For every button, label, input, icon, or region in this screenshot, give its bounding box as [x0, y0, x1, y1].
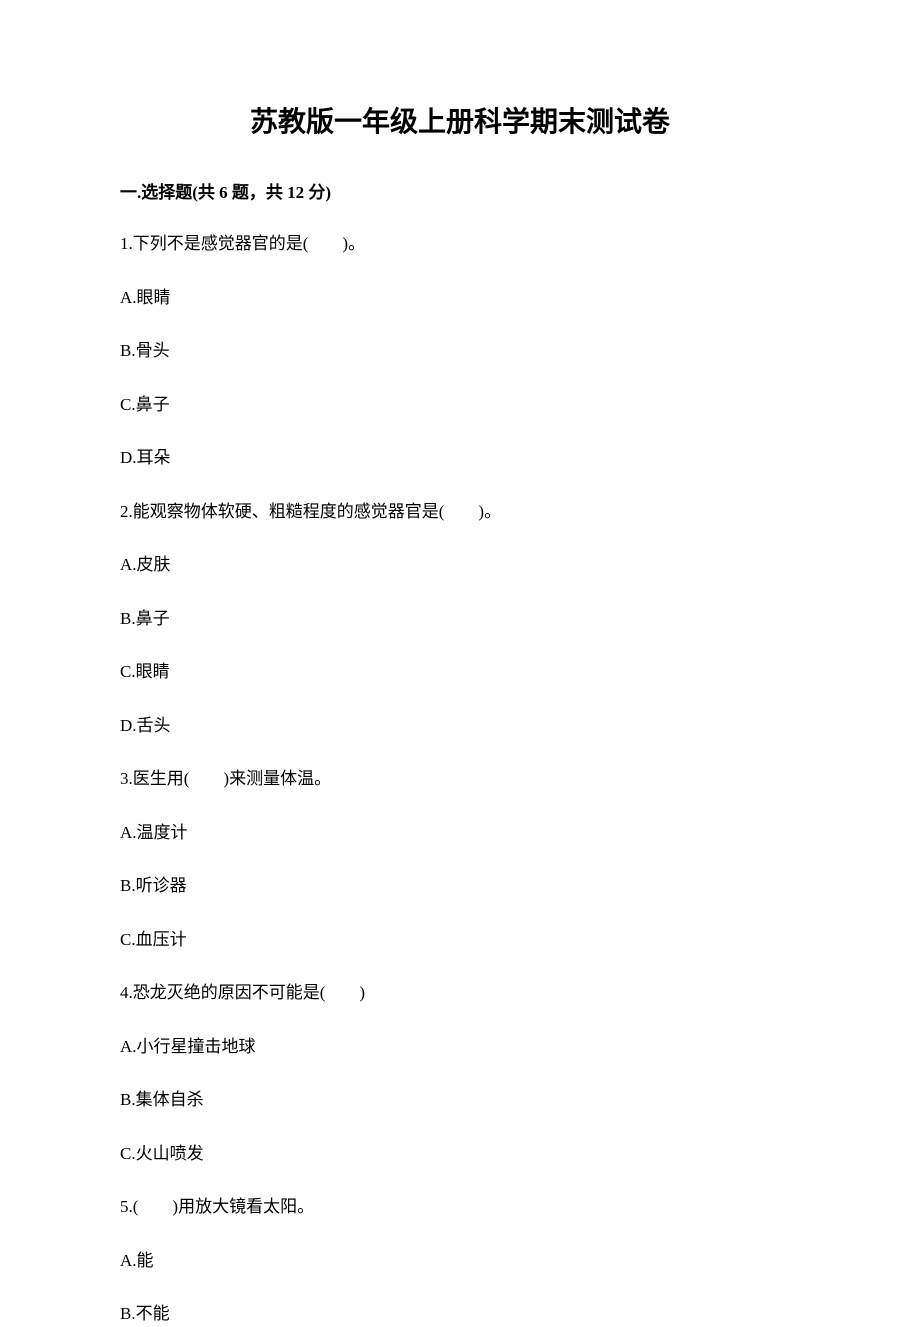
exam-title: 苏教版一年级上册科学期末测试卷 — [120, 100, 800, 140]
question-1-option-b: B.骨头 — [120, 338, 800, 364]
question-4-option-a: A.小行星撞击地球 — [120, 1034, 800, 1060]
question-3-option-b: B.听诊器 — [120, 873, 800, 899]
question-4-option-c: C.火山喷发 — [120, 1141, 800, 1167]
question-2: 2.能观察物体软硬、粗糙程度的感觉器官是( )。 — [120, 499, 800, 525]
question-4-option-b: B.集体自杀 — [120, 1087, 800, 1113]
question-4: 4.恐龙灭绝的原因不可能是( ) — [120, 980, 800, 1006]
question-1-option-c: C.鼻子 — [120, 392, 800, 418]
section-header: 一.选择题(共 6 题，共 12 分) — [120, 178, 800, 203]
question-3: 3.医生用( )来测量体温。 — [120, 766, 800, 792]
question-2-option-c: C.眼睛 — [120, 659, 800, 685]
question-1-option-d: D.耳朵 — [120, 445, 800, 471]
question-5-option-b: B.不能 — [120, 1301, 800, 1327]
question-2-option-b: B.鼻子 — [120, 606, 800, 632]
question-3-option-a: A.温度计 — [120, 820, 800, 846]
question-5-option-a: A.能 — [120, 1248, 800, 1274]
question-1: 1.下列不是感觉器官的是( )。 — [120, 231, 800, 257]
question-3-option-c: C.血压计 — [120, 927, 800, 953]
question-2-option-d: D.舌头 — [120, 713, 800, 739]
question-2-option-a: A.皮肤 — [120, 552, 800, 578]
question-1-option-a: A.眼睛 — [120, 285, 800, 311]
question-5: 5.( )用放大镜看太阳。 — [120, 1194, 800, 1220]
